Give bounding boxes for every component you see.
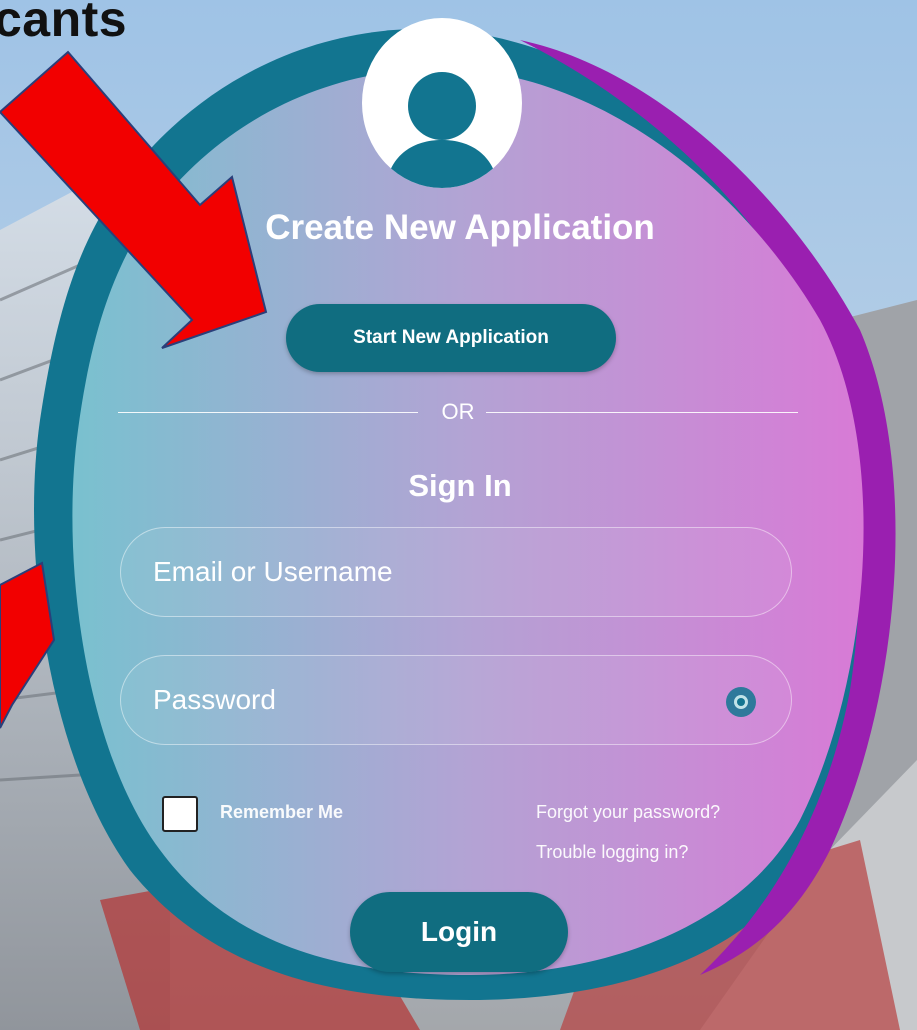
red-arrow-lower [0,561,56,729]
red-arrow-upper [0,50,268,349]
arrow-annotations [0,50,268,729]
